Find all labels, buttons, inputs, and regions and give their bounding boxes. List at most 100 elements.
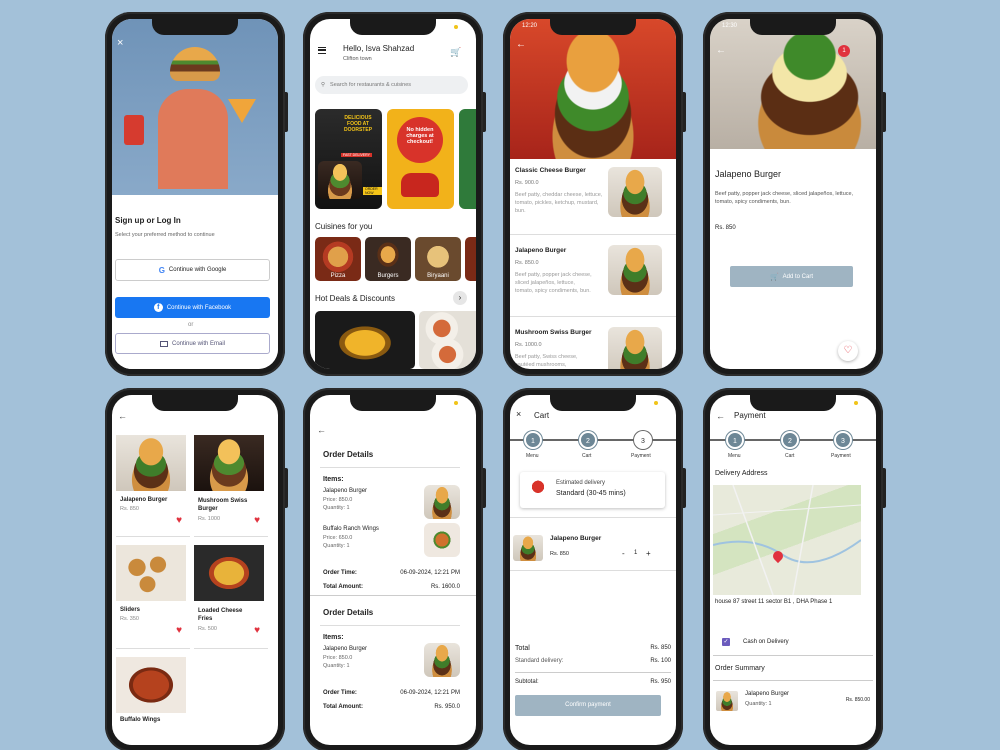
fav-card[interactable]: Buffalo Wings — [116, 657, 190, 745]
facebook-button-label: Continue with Facebook — [166, 304, 232, 311]
fav-card-name: Jalapeno Burger — [120, 497, 168, 503]
heart-icon[interactable]: ♥ — [176, 515, 182, 526]
order-item: Buffalo Ranch Wings Price: 650.0 Quantit… — [320, 523, 460, 564]
delivery-label: Standard delivery: — [515, 658, 564, 664]
fav-card-price: Rs. 350 — [120, 616, 139, 622]
deals-next-button[interactable]: › — [453, 291, 467, 305]
delivery-value: Rs. 100 — [650, 658, 671, 664]
order-items-label: Items: — [323, 476, 344, 483]
qty-minus-button[interactable]: - — [622, 549, 625, 558]
menu-item[interactable]: Jalapeno Burger Rs. 850.0 Beef patty, po… — [510, 235, 676, 317]
step-menu: 1 — [524, 431, 542, 449]
promo-banner-3[interactable] — [459, 109, 476, 209]
phone-cart: × Cart 1 2 3 Menu Cart Payment Estimated… — [503, 388, 686, 750]
qty-value: 1 — [634, 550, 638, 556]
deal-fries-image[interactable] — [315, 311, 415, 369]
cod-label: Cash on Delivery — [743, 639, 789, 645]
fav-card[interactable]: Mushroom Swiss Burger Rs. 1000 ♥ — [194, 435, 268, 537]
search-icon: ⚲ — [321, 82, 326, 88]
search-bar[interactable]: ⚲ Search for restaurants & cuisines — [315, 76, 468, 94]
promo-banner-2[interactable]: No hidden charges at checkout! — [387, 109, 454, 209]
heart-icon[interactable]: ♥ — [254, 625, 260, 636]
qty-plus-button[interactable]: + — [646, 549, 651, 558]
order-card: Order Details Items: Jalapeno Burger Pri… — [320, 450, 460, 602]
cart-icon[interactable]: 🛒 — [450, 47, 461, 58]
back-arrow-icon[interactable]: ← — [118, 411, 127, 421]
phone-product: 12:30 ← 1 Jalapeno Burger Beef patty, po… — [703, 12, 886, 376]
banner1-order-now: ORDER NOW — [363, 187, 382, 195]
product-hero-image — [710, 19, 876, 149]
greeting: Hello, Isva Shahzad — [343, 44, 415, 53]
promo-banner-1[interactable]: DELICIOUS FOOD AT DOORSTEP FAST DELIVERY… — [315, 109, 382, 209]
fav-card-image — [194, 545, 264, 601]
cod-checkbox[interactable]: ✓ — [722, 638, 730, 646]
order-time: 06-09-2024, 12:21 PM — [400, 570, 460, 576]
login-subtitle: Select your preferred method to continue — [115, 232, 215, 238]
order-card: Order Details Items: Jalapeno Burger Pri… — [320, 608, 460, 723]
total-value: Rs. 850 — [650, 645, 671, 651]
back-arrow-icon[interactable]: ← — [516, 39, 526, 50]
status-time: 12:30 — [722, 23, 738, 29]
cuisine-burgers[interactable]: Burgers — [365, 237, 411, 281]
map-roads — [713, 485, 861, 595]
delivery-address-title: Delivery Address — [715, 470, 768, 477]
heart-icon[interactable]: ♥ — [176, 625, 182, 636]
fav-card[interactable]: Sliders Rs. 350 ♥ — [116, 545, 190, 649]
phone-login: × Sign up or Log In Select your preferre… — [105, 12, 288, 376]
facebook-button[interactable]: f Continue with Facebook — [115, 297, 270, 318]
confirm-payment-button[interactable]: Confirm payment — [515, 695, 661, 716]
delivery-scooter-icon — [401, 173, 439, 197]
menu-item-desc: Beef patty, cheddar cheese, lettuce, tom… — [515, 192, 603, 214]
cuisine-more[interactable] — [465, 237, 476, 281]
cart-badge-icon[interactable]: 1 — [838, 45, 850, 57]
order-total: Rs. 1600.0 — [430, 584, 460, 590]
deals-title: Hot Deals & Discounts — [315, 294, 396, 303]
menu-item[interactable]: Mushroom Swiss Burger Rs. 1000.0 Beef pa… — [510, 317, 676, 369]
order-title: Order Details — [323, 608, 374, 617]
login-hero-image — [112, 19, 278, 195]
email-button[interactable]: Continue with Email — [115, 333, 270, 354]
cuisine-label: Biryaani — [427, 273, 449, 279]
menu-item[interactable]: Classic Cheese Burger Rs. 900.0 Beef pat… — [510, 159, 676, 235]
google-icon: G — [158, 265, 165, 275]
menu-icon[interactable] — [318, 47, 326, 54]
menu-item-name: Jalapeno Burger — [515, 247, 567, 254]
heart-icon[interactable]: ♥ — [254, 515, 260, 526]
add-to-cart-button[interactable]: 🛒 Add to Cart — [730, 266, 853, 287]
step-payment-label: Payment — [631, 453, 651, 459]
map-view[interactable] — [713, 485, 861, 595]
facebook-icon: f — [153, 303, 163, 312]
google-button[interactable]: G Continue with Google — [115, 259, 270, 281]
step-cart: 2 — [579, 431, 597, 449]
fav-card[interactable]: Jalapeno Burger Rs. 850 ♥ — [116, 435, 190, 537]
deal-platter-image[interactable] — [419, 311, 476, 369]
fav-card-image — [116, 657, 186, 713]
cuisine-biryaani[interactable]: Biryaani — [415, 237, 461, 281]
close-icon[interactable]: × — [117, 37, 123, 49]
delivery-estimate-card: Estimated delivery Standard (30-45 mins) — [520, 472, 665, 508]
phone-favorites: ← Jalapeno Burger Rs. 850 ♥ Mushroom Swi… — [105, 388, 288, 750]
cart-item-image — [513, 535, 543, 561]
menu-item-name: Mushroom Swiss Burger — [515, 329, 592, 336]
back-arrow-icon[interactable]: ← — [317, 425, 326, 435]
fav-card[interactable]: Loaded Cheese Fries Rs. 500 ♥ — [194, 545, 268, 649]
product-price: Rs. 850 — [715, 225, 736, 231]
product-desc: Beef patty, popper jack cheese, sliced j… — [715, 191, 854, 206]
status-dot — [654, 401, 658, 405]
close-icon[interactable]: × — [516, 409, 521, 419]
cart-screen: × Cart 1 2 3 Menu Cart Payment Estimated… — [510, 395, 676, 745]
phone-payment: ← Payment 1 2 3 Menu Cart Payment Delive… — [703, 388, 886, 750]
estimate-label: Estimated delivery — [556, 480, 606, 486]
favorite-heart-icon[interactable]: ♡ — [838, 341, 858, 361]
fav-card-name: Sliders — [120, 607, 141, 613]
status-dot — [854, 401, 858, 405]
payment-screen: ← Payment 1 2 3 Menu Cart Payment Delive… — [710, 395, 876, 745]
back-arrow-icon[interactable]: ← — [716, 411, 725, 421]
cuisine-pizza[interactable]: Pizza — [315, 237, 361, 281]
banner1-burger-image — [318, 161, 362, 199]
back-arrow-icon[interactable]: ← — [716, 45, 726, 56]
fav-card-name: Loaded Cheese Fries — [198, 608, 243, 623]
cart-icon: 🛒 — [769, 273, 779, 281]
subtotal-label: Subtotal: — [515, 679, 539, 685]
status-time: 12:20 — [522, 23, 538, 29]
